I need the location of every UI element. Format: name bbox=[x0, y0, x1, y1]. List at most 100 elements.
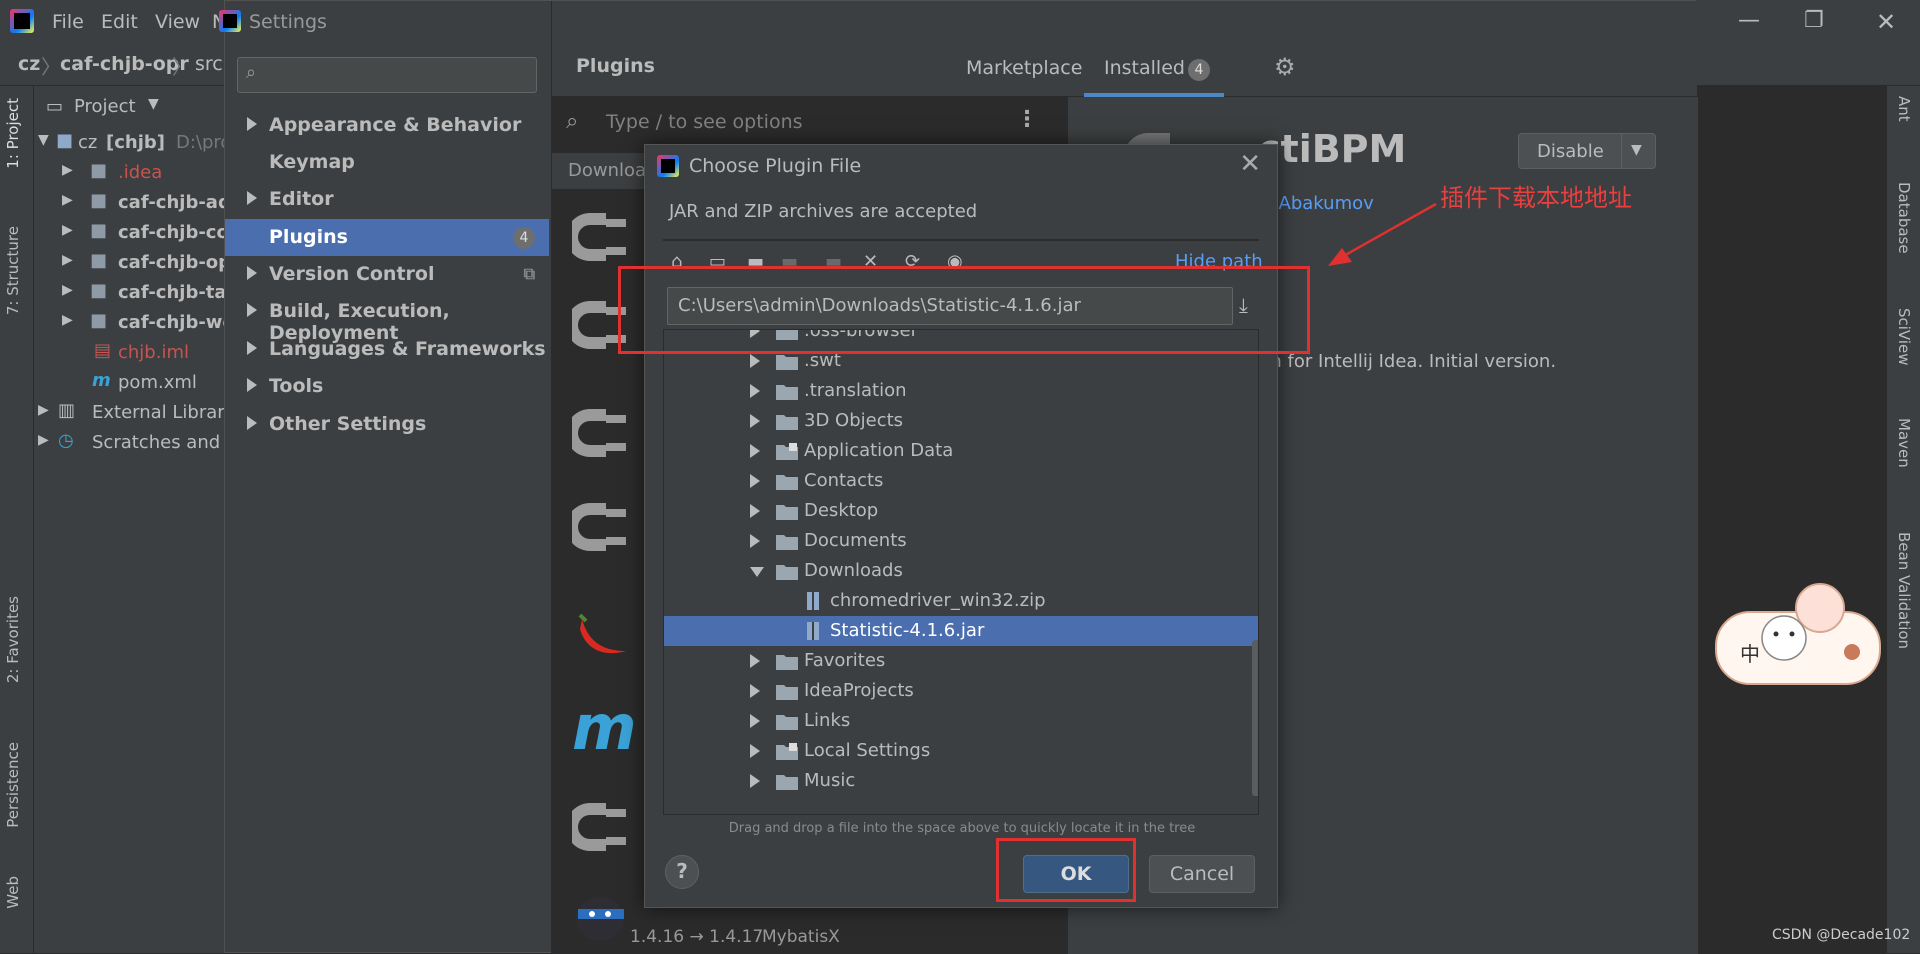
expand-arrow-icon[interactable] bbox=[247, 266, 257, 280]
expand-arrow-icon[interactable] bbox=[247, 191, 257, 205]
tree-node[interactable]: Downloads bbox=[664, 556, 1258, 586]
expand-arrow-icon[interactable]: ▶ bbox=[62, 312, 73, 328]
help-button[interactable]: ? bbox=[665, 855, 699, 889]
window-close-icon[interactable]: ✕ bbox=[1876, 8, 1896, 36]
tree-node[interactable]: chromedriver_win32.zip bbox=[664, 586, 1258, 616]
expand-arrow-icon[interactable] bbox=[750, 384, 760, 398]
expand-arrow-icon[interactable] bbox=[247, 303, 257, 317]
collapse-arrow-icon[interactable] bbox=[750, 567, 764, 577]
project-root[interactable]: cz bbox=[78, 132, 97, 153]
tool-tab-bean-validation[interactable]: Bean Validation bbox=[1895, 532, 1913, 649]
expand-arrow-icon[interactable]: ▼ bbox=[38, 132, 49, 148]
tree-node[interactable]: 3D Objects bbox=[664, 406, 1258, 436]
chevron-down-icon[interactable]: ▼ bbox=[1631, 142, 1642, 158]
expand-arrow-icon[interactable] bbox=[750, 684, 760, 698]
chili-plugin-icon[interactable] bbox=[572, 609, 630, 659]
expand-arrow-icon[interactable]: ▶ bbox=[62, 252, 73, 268]
tree-item-module[interactable]: caf-chjb-we bbox=[118, 312, 235, 333]
tool-tab-web[interactable]: Web bbox=[4, 876, 22, 909]
expand-arrow-icon[interactable] bbox=[247, 341, 257, 355]
tree-node[interactable]: Music bbox=[664, 766, 1258, 796]
tree-item-module[interactable]: caf-chjb-adr bbox=[118, 192, 240, 213]
restore-icon[interactable]: ❐ bbox=[1804, 8, 1824, 33]
expand-arrow-icon[interactable] bbox=[750, 504, 760, 518]
plugin-icon[interactable] bbox=[572, 403, 630, 463]
settings-category-keymap[interactable]: Keymap bbox=[225, 144, 549, 181]
tree-item-pom[interactable]: pom.xml bbox=[118, 372, 197, 393]
expand-arrow-icon[interactable] bbox=[750, 354, 760, 368]
expand-arrow-icon[interactable] bbox=[247, 378, 257, 392]
plugin-search-input[interactable]: Type / to see options bbox=[606, 111, 803, 133]
settings-category-other-settings[interactable]: Other Settings bbox=[225, 406, 549, 443]
tree-item-module[interactable]: caf-chjb-opr bbox=[118, 252, 240, 273]
minimize-icon[interactable]: — bbox=[1738, 8, 1760, 33]
more-options-icon[interactable]: ⋮ bbox=[1016, 107, 1038, 132]
tree-item-iml[interactable]: chjb.iml bbox=[118, 342, 189, 363]
settings-category-version-control[interactable]: Version Control ⧉ bbox=[225, 256, 549, 293]
tree-node[interactable]: Local Settings bbox=[664, 736, 1258, 766]
tree-node[interactable]: Statistic-4.1.6.jar bbox=[664, 616, 1258, 646]
tree-node[interactable]: Desktop bbox=[664, 496, 1258, 526]
tree-node[interactable]: Documents bbox=[664, 526, 1258, 556]
chevron-down-icon[interactable]: ▼ bbox=[148, 96, 159, 112]
tree-item-module[interactable]: caf-chjb-tas bbox=[118, 282, 237, 303]
expand-arrow-icon[interactable] bbox=[750, 744, 760, 758]
settings-category-tools[interactable]: Tools bbox=[225, 368, 549, 405]
gear-icon[interactable]: ⚙ bbox=[1274, 53, 1296, 81]
maven-plugin-icon[interactable]: m bbox=[572, 691, 637, 764]
expand-arrow-icon[interactable]: ▶ bbox=[38, 402, 49, 418]
project-panel-title[interactable]: Project bbox=[74, 96, 136, 117]
tree-node[interactable]: .translation bbox=[664, 376, 1258, 406]
tool-tab-favorites[interactable]: 2: Favorites bbox=[4, 596, 22, 683]
plugin-icon[interactable] bbox=[572, 797, 630, 857]
tool-tab-database[interactable]: Database bbox=[1895, 182, 1913, 254]
mybatisx-plugin-icon[interactable] bbox=[572, 887, 630, 943]
expand-arrow-icon[interactable]: ▶ bbox=[62, 192, 73, 208]
chooser-close-icon[interactable]: ✕ bbox=[1239, 149, 1261, 179]
expand-arrow-icon[interactable] bbox=[247, 117, 257, 131]
expand-arrow-icon[interactable]: ▶ bbox=[62, 162, 73, 178]
settings-category-plugins[interactable]: Plugins 4 bbox=[225, 219, 549, 256]
expand-arrow-icon[interactable] bbox=[750, 714, 760, 728]
tool-tab-ant[interactable]: Ant bbox=[1895, 96, 1913, 122]
expand-arrow-icon[interactable] bbox=[750, 414, 760, 428]
tool-tab-sciview[interactable]: SciView bbox=[1895, 308, 1913, 366]
expand-arrow-icon[interactable] bbox=[750, 774, 760, 788]
menu-file[interactable]: File bbox=[52, 11, 84, 33]
settings-category-appearance-behavior[interactable]: Appearance & Behavior bbox=[225, 107, 549, 144]
plugin-icon[interactable] bbox=[572, 207, 630, 267]
tool-tab-project[interactable]: 1: Project bbox=[4, 98, 22, 169]
tool-tab-persistence[interactable]: Persistence bbox=[4, 742, 22, 828]
expand-arrow-icon[interactable] bbox=[750, 444, 760, 458]
tree-node[interactable]: Application Data bbox=[664, 436, 1258, 466]
settings-category-build-execution-deployment[interactable]: Build, Execution, Deployment bbox=[225, 293, 549, 344]
expand-arrow-icon[interactable] bbox=[750, 474, 760, 488]
tree-node[interactable]: IdeaProjects bbox=[664, 676, 1258, 706]
settings-search-input[interactable]: ⌕ bbox=[237, 57, 537, 93]
tree-item-external-libraries[interactable]: External Librarie bbox=[92, 402, 241, 423]
plugin-icon[interactable] bbox=[572, 497, 630, 557]
menu-view[interactable]: View bbox=[155, 11, 200, 33]
expand-arrow-icon[interactable] bbox=[750, 534, 760, 548]
menu-edit[interactable]: Edit bbox=[101, 11, 138, 33]
cancel-button[interactable]: Cancel bbox=[1149, 855, 1255, 893]
expand-arrow-icon[interactable]: ▶ bbox=[62, 282, 73, 298]
tree-item-module[interactable]: caf-chjb-cor bbox=[118, 222, 238, 243]
expand-arrow-icon[interactable]: ▶ bbox=[38, 432, 49, 448]
scrollbar-thumb[interactable] bbox=[1252, 640, 1258, 796]
expand-arrow-icon[interactable] bbox=[247, 416, 257, 430]
tree-node[interactable]: Links bbox=[664, 706, 1258, 736]
tree-node[interactable]: Favorites bbox=[664, 646, 1258, 676]
settings-category-editor[interactable]: Editor bbox=[225, 181, 549, 218]
expand-arrow-icon[interactable] bbox=[750, 654, 760, 668]
tree-item-idea[interactable]: .idea bbox=[118, 162, 162, 183]
disable-button[interactable]: Disable ▼ bbox=[1518, 133, 1656, 169]
tree-item-scratches[interactable]: Scratches and C bbox=[92, 432, 238, 453]
tree-node[interactable]: Contacts bbox=[664, 466, 1258, 496]
settings-category-languages-frameworks[interactable]: Languages & Frameworks bbox=[225, 331, 549, 368]
tool-tab-structure[interactable]: 7: Structure bbox=[4, 226, 22, 315]
breadcrumb-module[interactable]: caf-chjb-opr bbox=[60, 53, 189, 75]
expand-arrow-icon[interactable]: ▶ bbox=[62, 222, 73, 238]
tab-installed[interactable]: Installed 4 bbox=[1084, 41, 1224, 97]
breadcrumb-src[interactable]: src bbox=[195, 53, 223, 75]
